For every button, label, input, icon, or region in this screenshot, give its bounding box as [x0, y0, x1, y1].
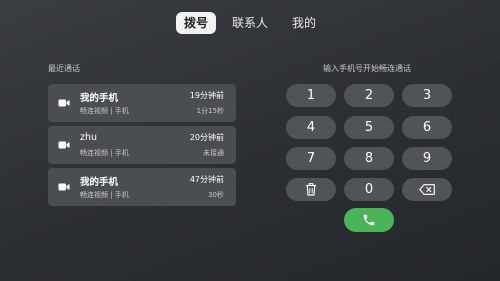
recent-calls-title: 最近通话 — [48, 64, 80, 73]
call-time: 20分钟前 — [189, 133, 224, 142]
recent-call-item[interactable]: zhu 畅连视频 | 手机 20分钟前 未接通 — [48, 126, 236, 164]
tab-dial[interactable]: 拨号 — [176, 12, 216, 34]
recent-call-item[interactable]: 我的手机 畅连视频 | 手机 47分钟前 30秒 — [48, 168, 236, 206]
backspace-icon — [419, 184, 435, 195]
dial-key-6[interactable]: 6 — [402, 116, 452, 139]
recent-call-item[interactable]: 我的手机 畅连视频 | 手机 19分钟前 1分15秒 — [48, 84, 236, 122]
dial-key-9[interactable]: 9 — [402, 147, 452, 170]
call-duration: 1分15秒 — [196, 107, 224, 115]
dial-key-3[interactable]: 3 — [402, 84, 452, 107]
tab-contacts[interactable]: 联系人 — [228, 12, 272, 34]
call-time: 47分钟前 — [189, 175, 224, 184]
video-camera-icon — [58, 183, 70, 191]
dial-key-5[interactable]: 5 — [344, 116, 394, 139]
phone-icon — [363, 214, 375, 226]
dial-key-1[interactable]: 1 — [286, 84, 336, 107]
dial-key-8[interactable]: 8 — [344, 147, 394, 170]
call-duration: 30秒 — [208, 191, 224, 199]
top-tabs: 拨号 联系人 我的 — [0, 12, 500, 36]
video-camera-icon — [58, 99, 70, 107]
contact-name: zhu — [80, 132, 98, 143]
call-type: 畅连视频 | 手机 — [80, 107, 129, 115]
trash-icon — [306, 183, 316, 196]
call-button[interactable] — [344, 208, 394, 232]
call-type: 畅连视频 | 手机 — [80, 149, 129, 157]
contact-name: 我的手机 — [80, 177, 119, 188]
video-camera-icon — [58, 141, 70, 149]
tab-me[interactable]: 我的 — [284, 12, 324, 34]
call-type: 畅连视频 | 手机 — [80, 191, 129, 199]
contact-name: 我的手机 — [80, 93, 119, 104]
call-time: 19分钟前 — [189, 91, 224, 100]
call-duration: 未接通 — [203, 149, 224, 157]
delete-button[interactable] — [286, 178, 336, 201]
dial-key-7[interactable]: 7 — [286, 147, 336, 170]
dial-key-2[interactable]: 2 — [344, 84, 394, 107]
dialpad-hint: 输入手机号开始畅连通话 — [323, 64, 411, 73]
backspace-button[interactable] — [402, 178, 452, 201]
dial-key-0[interactable]: 0 — [344, 178, 394, 201]
dial-key-4[interactable]: 4 — [286, 116, 336, 139]
